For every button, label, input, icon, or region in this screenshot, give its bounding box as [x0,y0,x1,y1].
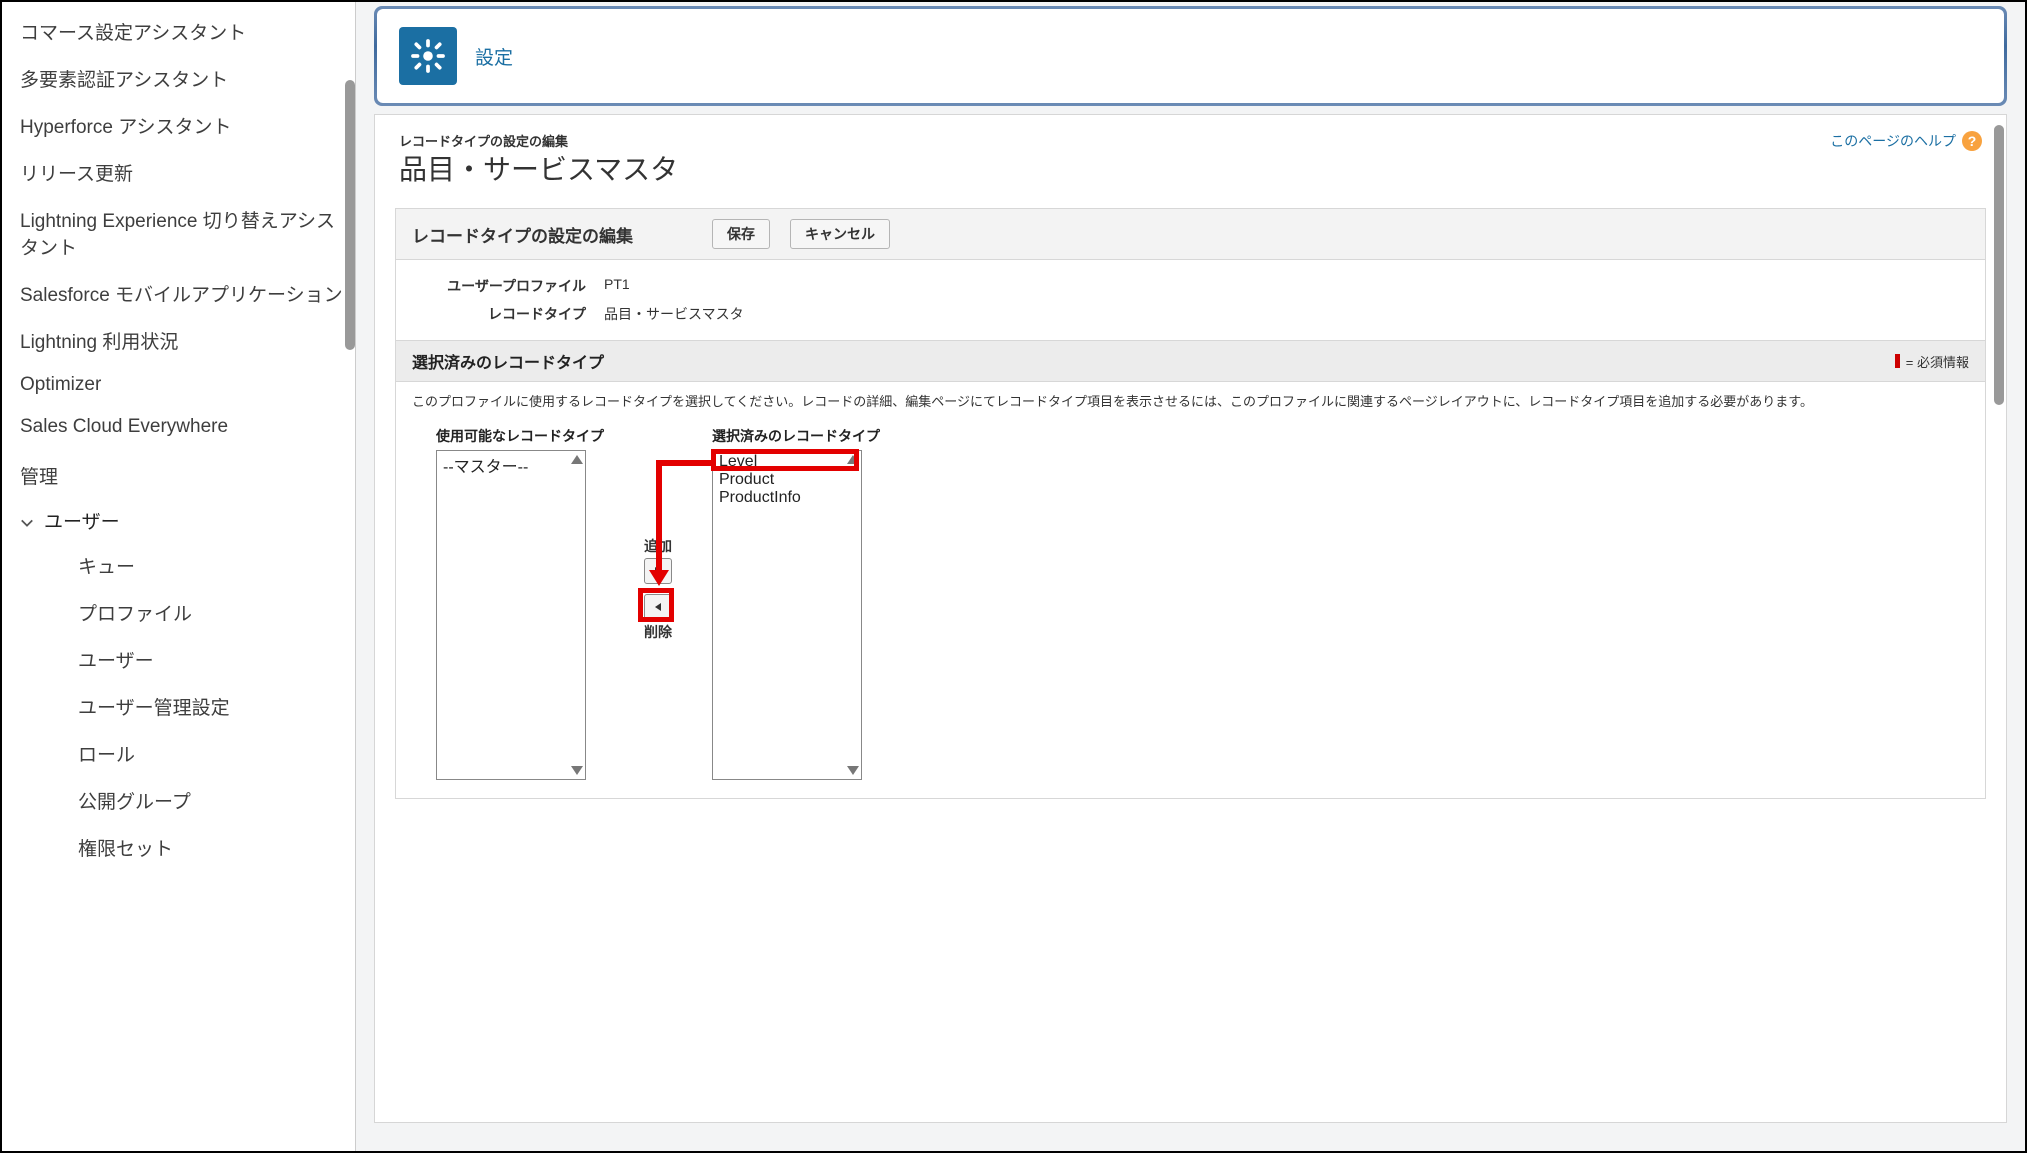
content-panel: レコードタイプの設定の編集 品目・サービスマスタ このページのヘルプ ? レコー… [374,114,2007,1123]
subsection-title: 選択済みのレコードタイプ [412,349,604,373]
sidebar-item-label: Optimizer [20,374,101,395]
section-title: レコードタイプの設定の編集 [412,222,692,247]
list-item[interactable]: --マスター-- [441,453,581,477]
sidebar-item-commerce-assistant[interactable]: コマース設定アシスタント [20,8,355,55]
sidebar-item-profiles[interactable]: プロファイル [78,589,355,636]
help-icon: ? [1962,131,1982,151]
section-header-edit: レコードタイプの設定の編集 保存 キャンセル [396,209,1985,260]
user-profile-label: ユーザープロファイル [416,276,586,296]
content-scrollbar[interactable] [1994,125,2004,405]
sidebar-item-optimizer[interactable]: Optimizer [20,364,355,406]
add-label: 追加 [644,536,672,556]
header-title: 設定 [475,43,513,70]
sidebar-item-hyperforce-assistant[interactable]: Hyperforce アシスタント [20,102,355,149]
annotation-line [656,460,711,466]
list-item[interactable]: ProductInfo [717,489,857,507]
sidebar-item-public-groups[interactable]: 公開グループ [78,777,355,824]
help-link-label: このページのヘルプ [1830,131,1956,151]
sidebar-item-users-list[interactable]: ユーザー [78,636,355,683]
sidebar-item-release-updates[interactable]: リリース更新 [20,149,355,196]
available-label: 使用可能なレコードタイプ [436,426,604,446]
setup-sidebar: コマース設定アシスタント 多要素認証アシスタント Hyperforce アシスタ… [2,2,356,1151]
save-button[interactable]: 保存 [712,219,770,249]
sidebar-item-queues[interactable]: キュー [78,542,355,589]
sidebar-item-label: リリース更新 [20,164,133,185]
add-button[interactable] [644,558,672,584]
help-link[interactable]: このページのヘルプ ? [1830,131,1982,151]
sidebar-item-users[interactable]: ユーザー [20,499,355,542]
sidebar-item-label: Lightning Experience 切り替えアシスタント [20,211,335,259]
sidebar-item-mfa-assistant[interactable]: 多要素認証アシスタント [20,55,355,102]
sidebar-item-sales-cloud-everywhere[interactable]: Sales Cloud Everywhere [20,406,355,448]
selected-listbox[interactable]: Level Product ProductInfo [712,450,862,780]
user-profile-value: PT1 [604,276,630,296]
profile-info: ユーザープロファイル PT1 レコードタイプ 品目・サービスマスタ [396,260,1985,340]
sidebar-item-label: 多要素認証アシスタント [20,70,228,91]
remove-label: 削除 [644,622,672,642]
sidebar-item-label: Salesforce モバイルアプリケーション [20,285,343,306]
dual-list: 使用可能なレコードタイプ --マスター-- 追加 [396,420,1985,798]
listbox-scroll-up-icon[interactable] [571,455,583,464]
required-legend: = 必須情報 [1895,352,1969,371]
page-title: 品目・サービスマスタ [399,148,678,188]
main-area: 設定 レコードタイプの設定の編集 品目・サービスマスタ このページのヘルプ ? … [356,2,2025,1151]
chevron-down-icon [20,514,34,528]
list-item[interactable]: Level [717,453,857,471]
selected-label: 選択済みのレコードタイプ [712,426,880,446]
sidebar-scrollbar[interactable] [345,80,355,350]
remove-button[interactable] [644,594,672,620]
record-type-label: レコードタイプ [416,304,586,324]
available-listbox[interactable]: --マスター-- [436,450,586,780]
sidebar-item-label: Sales Cloud Everywhere [20,416,228,437]
record-type-edit-section: レコードタイプの設定の編集 保存 キャンセル ユーザープロファイル PT1 レコ… [395,208,1986,799]
header-card: 設定 [374,6,2007,106]
required-bar-icon [1895,354,1900,368]
subsection-description: このプロファイルに使用するレコードタイプを選択してください。レコードの詳細、編集… [396,382,1985,420]
dual-list-controls: 追加 削除 [644,536,672,642]
sidebar-item-lex-switch-assistant[interactable]: Lightning Experience 切り替えアシスタント [20,196,355,270]
listbox-scroll-up-icon[interactable] [847,455,859,464]
listbox-scroll-down-icon[interactable] [847,766,859,775]
sidebar-section-admin: 管理 [20,448,355,499]
subsection-header-selected: 選択済みのレコードタイプ = 必須情報 [396,340,1985,382]
sidebar-item-label: ユーザー [44,507,120,534]
sidebar-item-label: コマース設定アシスタント [20,23,246,44]
record-type-value: 品目・サービスマスタ [604,304,744,324]
sidebar-item-lightning-usage[interactable]: Lightning 利用状況 [20,317,355,364]
sidebar-item-label: Lightning 利用状況 [20,332,178,353]
cancel-button[interactable]: キャンセル [790,219,890,249]
sidebar-item-user-management-settings[interactable]: ユーザー管理設定 [78,683,355,730]
sidebar-users-children: キュー プロファイル ユーザー ユーザー管理設定 ロール 公開グループ 権限セッ… [20,542,355,871]
list-item[interactable]: Product [717,471,857,489]
sidebar-item-salesforce-mobile-app[interactable]: Salesforce モバイルアプリケーション [20,270,355,317]
sidebar-item-label: Hyperforce アシスタント [20,117,231,138]
gear-icon [399,27,457,85]
sidebar-item-permission-sets[interactable]: 権限セット [78,824,355,871]
sidebar-item-roles[interactable]: ロール [78,730,355,777]
listbox-scroll-down-icon[interactable] [571,766,583,775]
